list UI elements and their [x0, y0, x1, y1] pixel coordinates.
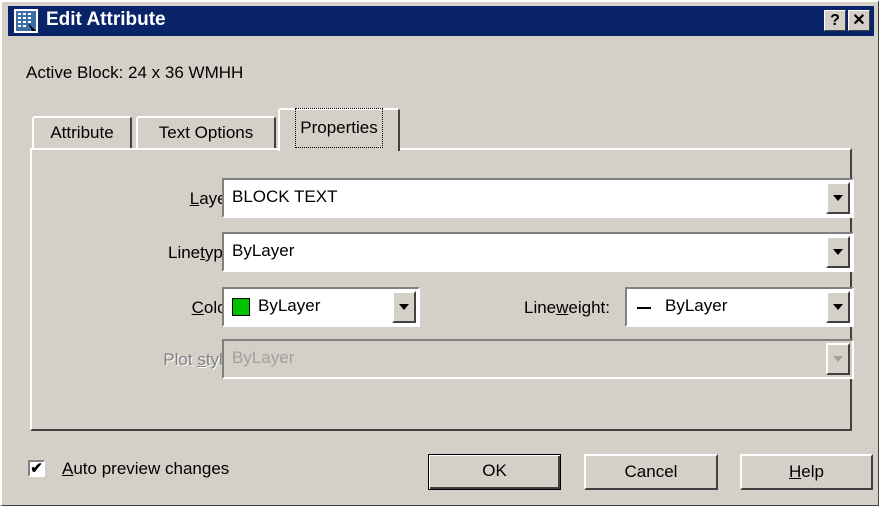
title-bar[interactable]: Edit Attribute ? ✕ [8, 6, 874, 36]
plot-style-value: ByLayer [232, 348, 295, 367]
cancel-button[interactable]: Cancel [584, 454, 718, 490]
window-title: Edit Attribute [46, 9, 166, 30]
tab-properties[interactable]: Properties [278, 108, 400, 151]
lineweight-label-access: w [556, 298, 569, 317]
color-select[interactable]: ByLayer [222, 287, 420, 327]
auto-preview-checkbox[interactable]: ✔ [28, 460, 45, 477]
app-icon [14, 9, 38, 33]
plot-style-select: ByLayer [222, 339, 854, 379]
close-button[interactable]: ✕ [848, 10, 870, 31]
linetype-dropdown-arrow-icon[interactable] [826, 236, 850, 268]
linetype-label-start: Line [167, 243, 201, 262]
active-block-label: Active Block: 24 x 36 WMHH [26, 63, 244, 82]
color-value: ByLayer [258, 296, 321, 315]
linetype-value: ByLayer [232, 241, 295, 260]
lineweight-label: Lineweight: [524, 298, 610, 318]
edit-attribute-dialog: Edit Attribute ? ✕ Active Block: 24 x 36… [0, 0, 879, 506]
color-swatch [232, 298, 250, 316]
lineweight-label-rest: eight: [568, 298, 610, 317]
color-dropdown-arrow-icon[interactable] [392, 291, 416, 323]
tab-properties-label: Properties [295, 108, 383, 148]
plot-style-label-access: s [197, 350, 206, 369]
linetype-select[interactable]: ByLayer [222, 232, 854, 272]
tab-attribute[interactable]: Attribute [32, 116, 132, 150]
auto-preview-label-rest: uto preview changes [73, 459, 230, 478]
color-label-access: C [191, 298, 204, 317]
lineweight-dropdown-arrow-icon[interactable] [826, 291, 850, 323]
plot-style-dropdown-arrow-icon [826, 343, 850, 375]
lineweight-sample-icon [637, 307, 651, 309]
layer-label-access: L [189, 189, 200, 208]
layer-value: BLOCK TEXT [232, 187, 338, 206]
auto-preview-label-access: A [62, 459, 74, 478]
auto-preview-label[interactable]: Auto preview changes [62, 459, 229, 479]
layer-dropdown-arrow-icon[interactable] [826, 182, 850, 214]
lineweight-select[interactable]: ByLayer [625, 287, 854, 327]
lineweight-value: ByLayer [665, 296, 728, 315]
tab-attribute-label: Attribute [50, 123, 114, 142]
plot-style-label-start: Plot [163, 350, 198, 369]
help-title-button[interactable]: ? [824, 10, 846, 31]
ok-button[interactable]: OK [428, 454, 561, 490]
help-button-access: H [789, 462, 802, 481]
help-button-rest: elp [801, 462, 824, 481]
help-button[interactable]: Help [740, 454, 873, 490]
properties-panel: Layer: BLOCK TEXT Linetype: ByLayer Colo… [30, 148, 854, 431]
tab-text-options[interactable]: Text Options [136, 116, 276, 150]
lineweight-label-start: Line [523, 298, 557, 317]
layer-select[interactable]: BLOCK TEXT [222, 178, 854, 218]
tab-text-options-label: Text Options [158, 123, 254, 142]
